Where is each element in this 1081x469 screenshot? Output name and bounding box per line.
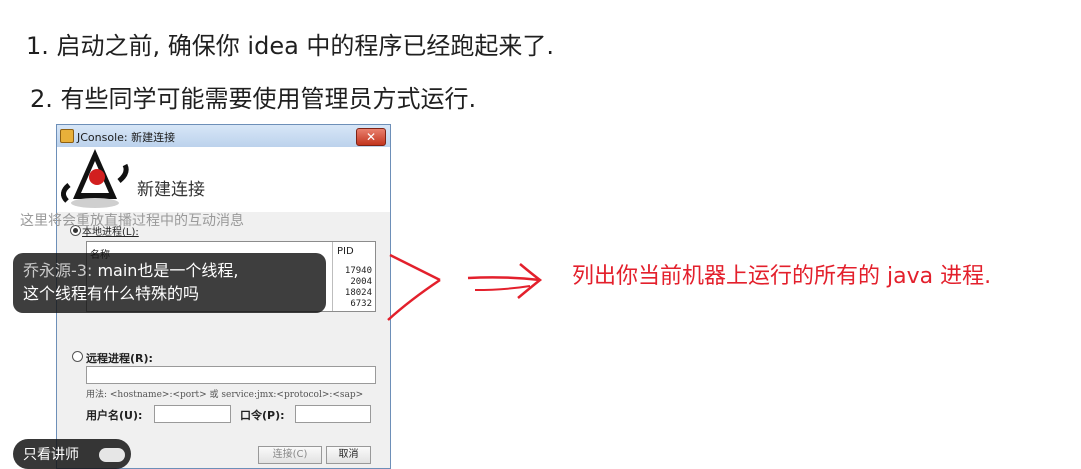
- close-button[interactable]: ✕: [356, 128, 386, 146]
- remote-address-field[interactable]: [86, 366, 376, 384]
- password-field[interactable]: [295, 405, 371, 423]
- replay-notice: 这里将会重放直播过程中的互动消息: [20, 213, 244, 229]
- instructor-only-toggle[interactable]: 只看讲师: [13, 439, 131, 469]
- chat-message-line-1: main也是一个线程,: [97, 261, 239, 280]
- column-header-pid[interactable]: PID: [337, 246, 354, 257]
- close-icon: ✕: [365, 130, 377, 144]
- process-pid: 17940: [344, 266, 372, 276]
- dialog-titlebar[interactable]: JConsole: 新建连接 ✕: [57, 125, 390, 148]
- username-field[interactable]: [154, 405, 231, 423]
- dialog-header: 新建连接: [57, 147, 390, 212]
- remote-process-label: 远程进程(R):: [86, 352, 153, 365]
- usage-hint: 用法: <hostname>:<port> 或 service:jmx:<pro…: [86, 390, 364, 400]
- chat-message-line-2: 这个线程有什么特殊的吗: [23, 284, 200, 303]
- connect-button[interactable]: 连接(C): [258, 446, 322, 464]
- dialog-title: JConsole: 新建连接: [77, 131, 176, 144]
- duke-mascot-icon: [61, 149, 129, 208]
- password-label: 口令(P):: [240, 409, 285, 422]
- chat-author: 乔永源-3:: [23, 261, 93, 280]
- process-pid: 18024: [344, 288, 372, 298]
- annotation-text: 列出你当前机器上运行的所有的 java 进程.: [572, 264, 992, 289]
- red-arrow-icon: [387, 253, 543, 321]
- java-app-icon: [60, 129, 74, 143]
- slide-line-2: 2. 有些同学可能需要使用管理员方式运行.: [30, 85, 477, 113]
- process-pid: 6732: [350, 299, 372, 309]
- slide-line-1: 1. 启动之前, 确保你 idea 中的程序已经跑起来了.: [26, 32, 555, 60]
- remote-process-radio[interactable]: [72, 351, 83, 362]
- process-pid: 2004: [350, 277, 372, 287]
- chat-bubble: 乔永源-3: main也是一个线程, 这个线程有什么特殊的吗: [13, 253, 326, 313]
- cancel-button[interactable]: 取消: [326, 446, 371, 464]
- username-label: 用户名(U):: [86, 409, 143, 422]
- column-divider: [332, 242, 333, 311]
- dialog-heading: 新建连接: [137, 180, 205, 200]
- toggle-switch[interactable]: [99, 448, 125, 462]
- toggle-label: 只看讲师: [23, 447, 79, 463]
